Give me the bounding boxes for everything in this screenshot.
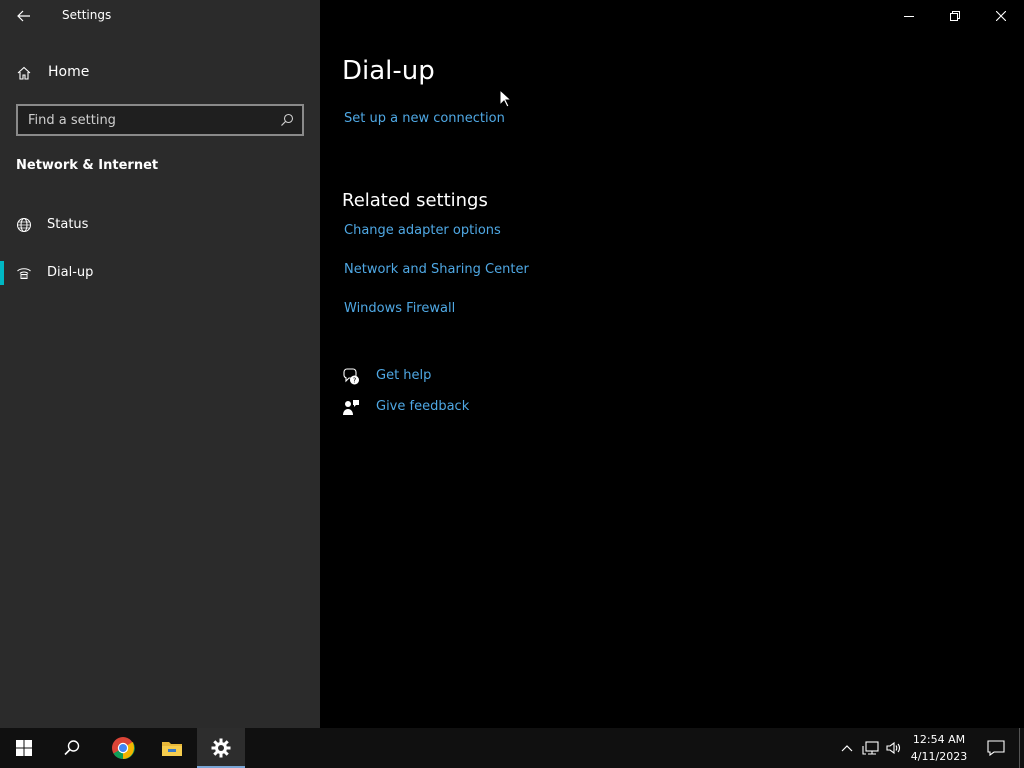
setup-connection-link[interactable]: Set up a new connection [344,111,505,126]
chrome-icon [112,737,135,760]
speaker-icon [886,741,901,755]
sidebar-item-dial-up[interactable]: Dial-up [0,253,320,293]
close-button[interactable] [978,0,1024,32]
show-hidden-icons-button[interactable] [837,738,857,758]
taskbar-search-button[interactable] [48,728,96,768]
sidebar-item-label: Status [47,217,89,232]
search-box [16,104,304,136]
windows-logo-icon [16,740,32,756]
help-chat-icon: ? [343,368,359,385]
taskbar-chrome-button[interactable] [99,728,147,768]
back-button[interactable] [8,2,40,30]
start-button[interactable] [0,728,48,768]
network-tray-button[interactable] [861,738,881,758]
caption-buttons [886,0,1024,32]
taskbar-file-explorer-button[interactable] [148,728,196,768]
main-content: Dial-up Set up a new connection Related … [320,0,1024,728]
page-title: Dial-up [342,56,435,86]
network-icon [862,741,879,755]
section-title: Network & Internet [16,158,159,173]
clock-time: 12:54 AM [912,733,966,746]
taskbar-clock[interactable]: 12:54 AM 4/11/2023 [906,731,972,765]
home-icon [17,66,31,80]
show-desktop-button[interactable] [1019,728,1024,768]
sidebar-item-status[interactable]: Status [0,205,320,245]
clock-date: 4/11/2023 [910,750,968,763]
title-bar: Settings [0,0,320,32]
network-sharing-center-link[interactable]: Network and Sharing Center [344,262,529,277]
gear-icon [211,738,231,758]
search-icon [64,740,80,756]
svg-text:?: ? [353,377,357,385]
notification-icon [987,740,1005,756]
search-icon[interactable] [280,113,294,127]
globe-icon [17,218,31,232]
active-indicator [0,261,4,285]
home-nav-item[interactable]: Home [0,58,320,88]
chevron-up-icon [841,745,853,752]
action-center-button[interactable] [976,728,1016,768]
windows-firewall-link[interactable]: Windows Firewall [344,301,455,316]
close-icon [996,11,1006,21]
give-feedback-link[interactable]: Give feedback [376,399,469,414]
restore-button[interactable] [932,0,978,32]
related-settings-title: Related settings [342,190,488,211]
search-input[interactable] [18,106,274,134]
mouse-cursor-icon [499,89,513,108]
sidebar-item-label: Dial-up [47,265,94,280]
back-arrow-icon [17,10,30,22]
phone-icon [17,268,31,279]
taskbar-settings-button[interactable] [197,728,245,768]
settings-window: Settings Home Network & Internet Status [0,0,1024,728]
taskbar: 12:54 AM 4/11/2023 [0,728,1024,768]
minimize-icon [904,16,914,17]
restore-icon [950,11,960,21]
app-title: Settings [62,8,112,22]
home-label: Home [48,64,90,80]
get-help-link[interactable]: Get help [376,368,431,383]
volume-tray-button[interactable] [884,738,904,758]
minimize-button[interactable] [886,0,932,32]
folder-icon [162,742,182,756]
feedback-icon [343,400,359,415]
change-adapter-options-link[interactable]: Change adapter options [344,223,501,238]
sidebar: Settings Home Network & Internet Status [0,0,320,728]
